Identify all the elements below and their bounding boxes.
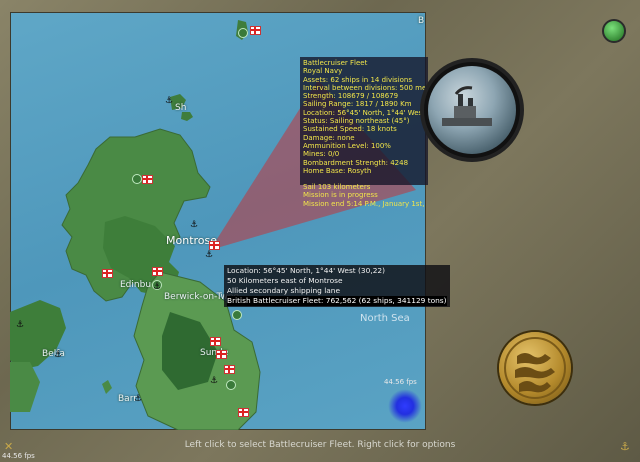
info-strength: Strength: 108679 / 108679 xyxy=(303,92,399,101)
info-mines: Mines: 0/0 xyxy=(303,150,340,159)
tooltip-location: Location: 56°45' North, 1°44' West (30,2… xyxy=(227,266,385,275)
status-bar-message: Left click to select Battlecruiser Fleet… xyxy=(184,440,456,450)
map-fps-readout: 44.56 fps xyxy=(384,378,417,386)
naval-base-anchor-icon[interactable]: ⚓ xyxy=(210,376,218,386)
info-ammo: Ammunition Level: 100% xyxy=(303,141,391,150)
british-flag-icon[interactable] xyxy=(216,350,227,359)
map-tooltip: Location: 56°45' North, 1°44' West (30,2… xyxy=(224,265,450,307)
british-flag-icon[interactable] xyxy=(210,337,221,346)
map-label-shetland: Sh xyxy=(175,103,187,113)
unit-info-panel: Battlecruiser Fleet Royal Navy Assets: 6… xyxy=(300,57,428,208)
info-unit-name: Battlecruiser Fleet xyxy=(303,59,368,67)
naval-base-anchor-icon[interactable]: ⚓ xyxy=(205,250,213,260)
british-flag-icon[interactable] xyxy=(152,267,163,276)
info-sail-distance: Sail 103 kilometers xyxy=(303,183,371,192)
british-flag-icon[interactable] xyxy=(142,175,153,184)
info-bombardment: Bombardment Strength: 4248 xyxy=(303,158,409,167)
british-flag-icon[interactable] xyxy=(102,269,113,278)
port-icon[interactable] xyxy=(132,174,142,184)
screen-fps-readout: 44.56 fps xyxy=(2,452,35,460)
british-flag-icon[interactable] xyxy=(224,365,235,374)
map-label-edinburgh: Edinbu xyxy=(120,280,152,290)
info-mission-status: Mission is in progress xyxy=(303,191,378,200)
map-label-north-sea: North Sea xyxy=(360,313,410,324)
ship-image xyxy=(428,66,516,154)
info-status: Status: Sailing northeast (45°) xyxy=(303,117,410,126)
naval-base-anchor-icon[interactable]: ⚓ xyxy=(165,96,173,106)
emblem-lions xyxy=(504,337,566,399)
british-flag-icon[interactable] xyxy=(209,241,220,250)
naval-base-anchor-icon[interactable]: ⚓ xyxy=(16,320,24,330)
battlecruiser-fleet-marker[interactable] xyxy=(388,389,422,423)
ship-viewport-scope xyxy=(420,58,524,162)
naval-base-anchor-icon[interactable]: ⚓ xyxy=(190,220,198,230)
port-icon[interactable] xyxy=(238,28,248,38)
info-location: Location: 56°45' North, 1°44' West (30,2… xyxy=(303,108,425,117)
port-icon[interactable] xyxy=(226,380,236,390)
naval-base-anchor-icon[interactable]: ⚓ xyxy=(134,394,142,404)
green-orb-button-icon[interactable] xyxy=(602,19,626,43)
tooltip-fleet-strength: British Battlecruiser Fleet: 762,562 (62… xyxy=(227,296,447,306)
british-flag-icon[interactable] xyxy=(238,408,249,417)
naval-base-anchor-icon[interactable]: ⚓ xyxy=(153,282,161,292)
tooltip-distance: 50 Kilometers east of Montrose xyxy=(227,276,343,285)
info-damage: Damage: none xyxy=(303,133,355,142)
naval-base-anchor-icon[interactable]: ⚓ xyxy=(54,350,62,360)
port-icon[interactable] xyxy=(232,310,242,320)
info-home-base: Home Base: Rosyth xyxy=(303,166,372,175)
info-interval: Interval between divisions: 500 meters xyxy=(303,83,425,92)
info-mission-end: Mission end 5:14 P.M., January 1st, 1916 xyxy=(303,199,425,208)
battlecruiser-icon xyxy=(442,86,492,126)
british-flag-icon[interactable] xyxy=(250,26,261,35)
info-sailing-range: Sailing Range: 1817 / 1890 Km xyxy=(303,100,412,109)
royal-lions-emblem-icon[interactable] xyxy=(499,332,571,404)
info-speed: Sustained Speed: 18 knots xyxy=(303,125,397,134)
info-assets: Assets: 62 ships in 14 divisions xyxy=(303,75,413,84)
info-nation: Royal Navy xyxy=(303,67,343,76)
tooltip-shipping-lane: Allied secondary shipping lane xyxy=(227,286,341,295)
map-label-corner: B xyxy=(418,16,425,26)
